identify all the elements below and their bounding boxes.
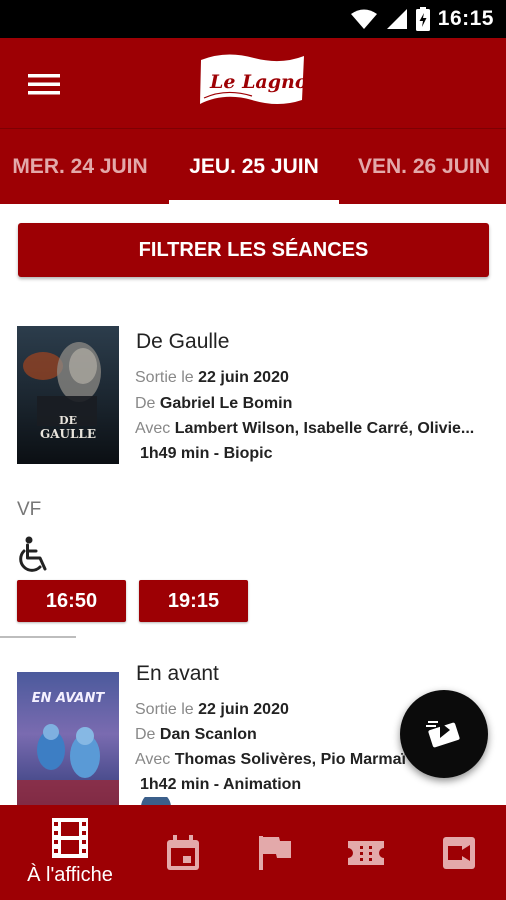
nav-item-ticket[interactable] — [333, 805, 399, 900]
director-line: De Dan Scanlon — [135, 726, 257, 744]
cinema-logo[interactable]: Le Lagnof — [196, 50, 308, 112]
cast-names: Thomas Solivères, Pio Marmaï — [174, 751, 406, 768]
video-camera-icon — [443, 836, 475, 869]
director-name: Gabriel Le Bomin — [159, 395, 293, 412]
movie-title[interactable]: En avant — [136, 662, 219, 686]
app-bar: Le Lagnof — [0, 38, 506, 128]
movie-poster[interactable]: EN AVANT — [17, 672, 119, 810]
bottom-navigation: À l'affiche — [0, 805, 506, 900]
release-prefix: Sortie le — [135, 701, 194, 718]
share-fab-button[interactable] — [400, 690, 488, 778]
filter-showtimes-button[interactable]: FILTRER LES SÉANCES — [18, 223, 489, 277]
tab-jeu-25-juin[interactable]: JEU. 25 JUIN — [169, 129, 339, 205]
cast-line: Avec Thomas Solivères, Pio Marmaï — [135, 751, 406, 769]
flag-icon — [259, 835, 291, 870]
director-prefix: De — [135, 726, 156, 743]
status-bar: 16:15 — [0, 0, 506, 38]
duration-genre: 1h49 min - Biopic — [140, 445, 273, 462]
release-date: 22 juin 2020 — [198, 701, 289, 718]
battery-icon — [415, 7, 430, 31]
poster-title: EN AVANT — [32, 691, 106, 706]
version-label: VF — [17, 499, 42, 520]
showtime-button[interactable]: 16:50 — [17, 580, 126, 622]
movie-poster[interactable]: DE GAULLE — [17, 326, 119, 464]
nav-item-flag[interactable] — [242, 805, 308, 900]
nav-item-a-laffiche[interactable]: À l'affiche — [0, 805, 140, 900]
cast-line: Avec Lambert Wilson, Isabelle Carré, Oli… — [135, 420, 474, 438]
poster-title-bottom: GAULLE — [40, 427, 96, 441]
wifi-icon — [350, 9, 377, 29]
nav-label: À l'affiche — [27, 864, 113, 886]
release-prefix: Sortie le — [135, 369, 194, 386]
cast-prefix: Avec — [135, 420, 171, 437]
release-date: 22 juin 2020 — [198, 369, 289, 386]
tab-mer-24-juin[interactable]: MER. 24 JUIN — [0, 129, 162, 205]
release-date-line: Sortie le 22 juin 2020 — [135, 369, 289, 387]
menu-button[interactable] — [22, 68, 66, 100]
director-prefix: De — [135, 395, 156, 412]
poster-title-top: DE — [59, 414, 77, 427]
status-icons: 16:15 — [350, 0, 494, 38]
tab-ven-26-juin[interactable]: VEN. 26 JUIN — [346, 129, 506, 205]
release-date-line: Sortie le 22 juin 2020 — [135, 701, 289, 719]
cell-signal-icon — [386, 9, 407, 29]
duration-genre: 1h42 min - Animation — [140, 776, 302, 793]
nav-item-calendar[interactable] — [150, 805, 216, 900]
director-line: De Gabriel Le Bomin — [135, 395, 292, 413]
divider — [0, 636, 76, 638]
hamburger-menu-icon — [28, 74, 60, 95]
ticket-icon — [348, 840, 384, 865]
active-tab-indicator — [169, 200, 339, 204]
share-arrow-icon — [426, 721, 460, 748]
director-name: Dan Scanlon — [159, 726, 257, 743]
status-time: 16:15 — [437, 7, 494, 30]
logo-text: Le Lagnof — [209, 71, 308, 93]
cast-prefix: Avec — [135, 751, 171, 768]
calendar-icon — [167, 834, 199, 870]
movie-title[interactable]: De Gaulle — [136, 330, 229, 354]
date-tabs: MER. 24 JUIN JEU. 25 JUIN VEN. 26 JUIN — [0, 128, 506, 204]
film-icon — [52, 818, 88, 858]
nav-item-video[interactable] — [426, 805, 492, 900]
showtime-button[interactable]: 19:15 — [139, 580, 248, 622]
cast-names: Lambert Wilson, Isabelle Carré, Olivie..… — [174, 420, 475, 437]
wheelchair-accessible-icon — [19, 536, 47, 572]
